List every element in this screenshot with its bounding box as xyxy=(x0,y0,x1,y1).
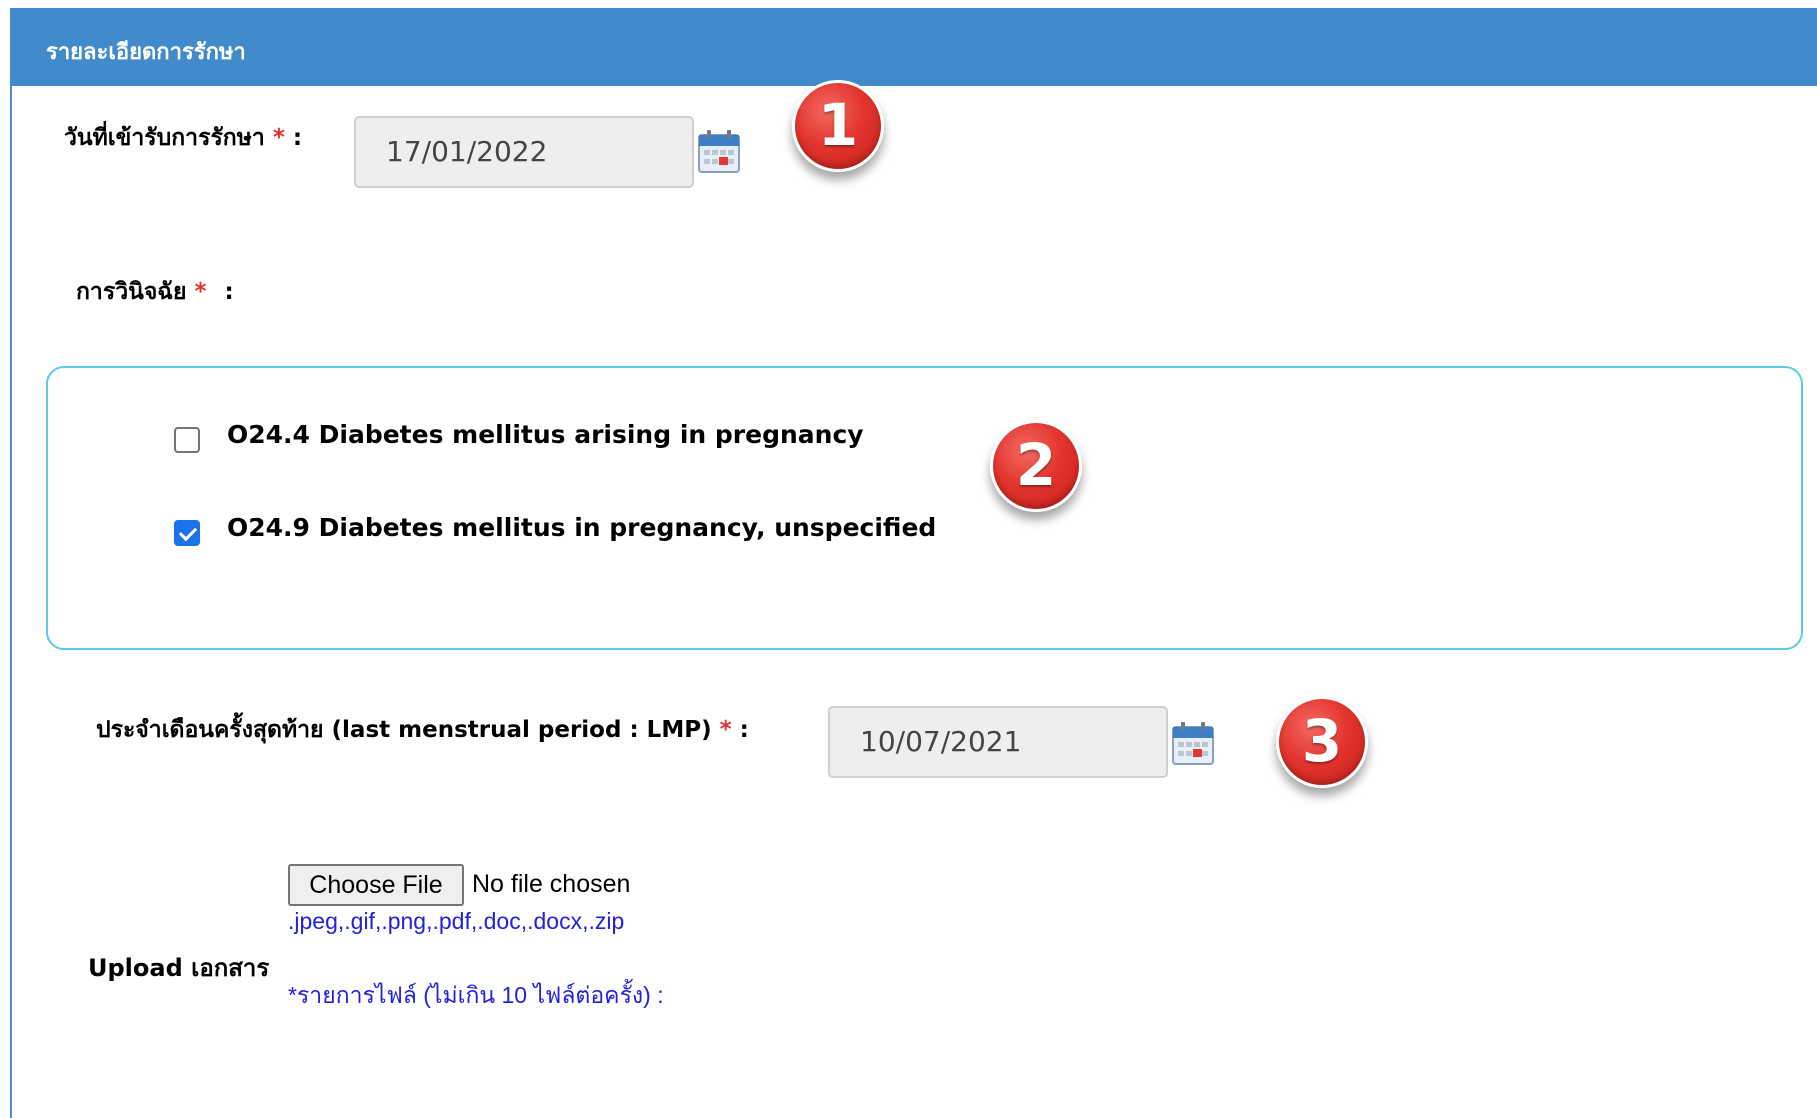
step-marker-1: 1 xyxy=(792,80,884,172)
admit-date-label-row: วันที่เข้ารับการรักษา *: xyxy=(64,120,302,156)
diagnosis-option-label[interactable]: O24.4 Diabetes mellitus arising in pregn… xyxy=(227,420,864,449)
diagnosis-options-box xyxy=(46,366,1803,650)
label-colon: : xyxy=(292,125,303,151)
step-marker-3: 3 xyxy=(1276,696,1368,788)
admit-date-label: วันที่เข้ารับการรักษา xyxy=(64,125,265,151)
lmp-date-input[interactable]: 10/07/2021 xyxy=(828,706,1168,778)
diagnosis-label-row: การวินิจฉัย *: xyxy=(76,274,234,310)
required-mark: * xyxy=(719,717,732,743)
allowed-file-types: .jpeg,.gif,.png,.pdf,.doc,.docx,.zip xyxy=(288,908,625,934)
file-list-note: *รายการไฟล์ (ไม่เกิน 10 ไฟล์ต่อครั้ง) : xyxy=(288,982,664,1008)
calendar-icon[interactable] xyxy=(698,129,740,173)
diagnosis-checkbox-o24-9[interactable] xyxy=(174,520,200,546)
diagnosis-option-label[interactable]: O24.9 Diabetes mellitus in pregnancy, un… xyxy=(227,513,936,542)
panel-header: รายละเอียดการรักษา xyxy=(10,8,1817,86)
calendar-icon[interactable] xyxy=(1172,721,1214,765)
diagnosis-checkbox-o24-4[interactable] xyxy=(174,427,200,453)
step-marker-2: 2 xyxy=(990,420,1082,512)
label-colon: : xyxy=(739,717,749,743)
admit-date-input[interactable]: 17/01/2022 xyxy=(354,116,694,188)
diagnosis-label: การวินิจฉัย xyxy=(76,279,187,305)
required-mark: * xyxy=(194,279,207,305)
choose-file-button[interactable]: Choose File xyxy=(288,864,464,906)
required-mark: * xyxy=(272,125,285,151)
panel-title: รายละเอียดการรักษา xyxy=(46,40,246,65)
lmp-label-row: ประจำเดือนครั้งสุดท้าย (last menstrual p… xyxy=(96,712,749,748)
file-status: No file chosen xyxy=(472,870,631,898)
lmp-label: ประจำเดือนครั้งสุดท้าย (last menstrual p… xyxy=(96,717,712,743)
upload-label: Upload เอกสาร xyxy=(88,954,270,982)
label-colon: : xyxy=(224,279,234,305)
